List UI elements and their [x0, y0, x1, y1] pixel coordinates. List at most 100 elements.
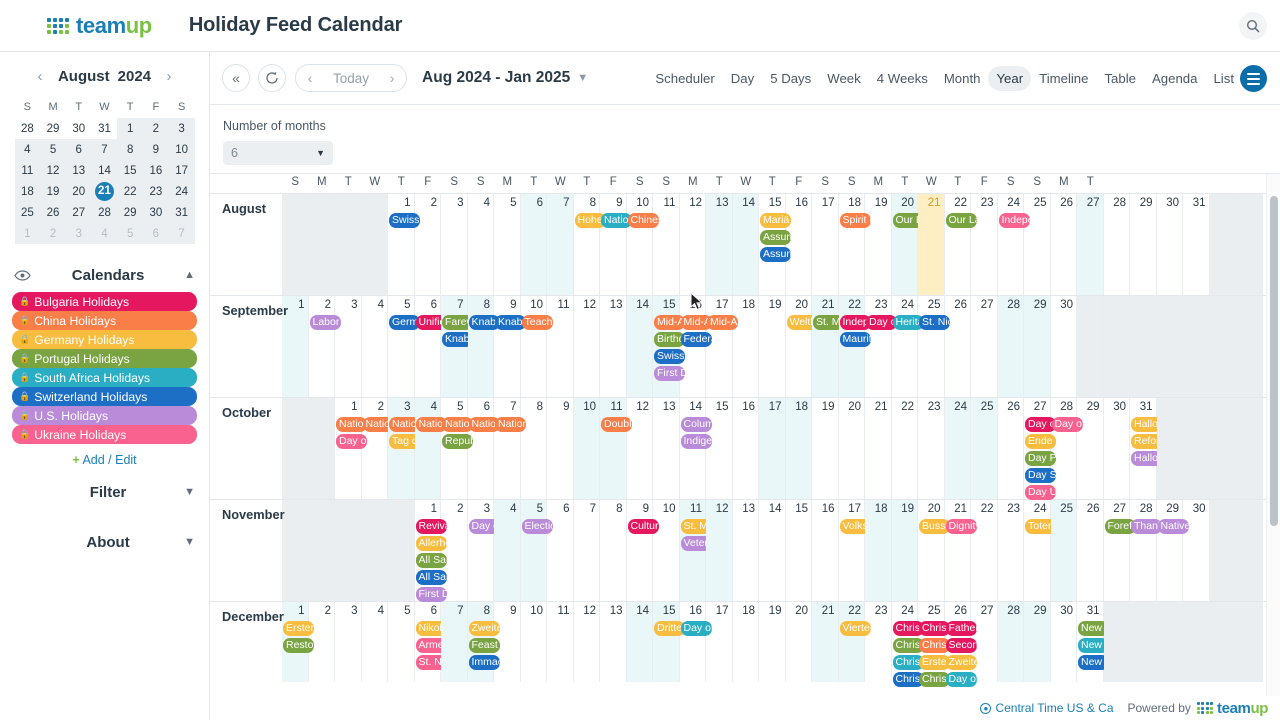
mini-calendar-day[interactable]: 30: [66, 118, 92, 139]
year-grid-day-cell[interactable]: 21: [865, 398, 892, 499]
mini-calendar-day[interactable]: 28: [91, 202, 118, 223]
year-grid-day-cell[interactable]: 17: [706, 602, 733, 682]
tab-year[interactable]: Year: [988, 65, 1032, 91]
year-grid-day-cell[interactable]: 26Father's DaySecond Christmas DayZweite…: [945, 602, 977, 687]
mini-calendar-day[interactable]: 24: [168, 181, 195, 202]
year-grid-day-cell[interactable]: 8Knabenschiessen: [467, 296, 500, 397]
year-grid-day-cell[interactable]: 13: [600, 296, 627, 397]
mini-calendar-day[interactable]: 11: [14, 160, 41, 181]
year-grid-day-cell[interactable]: 24Christmas EveChristmas EveChristmas Ev…: [892, 602, 924, 687]
mini-calendar-day[interactable]: 15: [117, 160, 144, 181]
year-grid-day-cell[interactable]: 14: [732, 194, 759, 295]
year-grid-day-cell[interactable]: 23: [998, 500, 1024, 601]
year-grid-day-cell[interactable]: 26: [1077, 500, 1104, 601]
year-grid-day-cell[interactable]: [1209, 296, 1236, 397]
vertical-scrollbar[interactable]: [1266, 174, 1280, 720]
year-grid-day-cell[interactable]: 13: [653, 398, 680, 499]
chevron-down-icon[interactable]: ▼: [577, 72, 588, 84]
year-grid-day-cell[interactable]: [308, 194, 335, 295]
year-grid-day-cell[interactable]: [1183, 602, 1210, 682]
year-grid-day-cell[interactable]: 10: [653, 500, 680, 601]
year-grid-day-cell[interactable]: 6National Day: [468, 398, 500, 499]
year-grid-day-cell[interactable]: 10: [521, 602, 547, 682]
year-grid-day-cell[interactable]: 12: [680, 194, 706, 295]
year-grid-day-cell[interactable]: 30: [1104, 398, 1130, 499]
mini-calendar-day[interactable]: 31: [92, 118, 118, 139]
year-grid-day-cell[interactable]: [1209, 602, 1236, 682]
year-grid-day-cell[interactable]: 6: [520, 194, 547, 295]
year-grid-day-cell[interactable]: 4: [468, 194, 494, 295]
year-grid-day-cell[interactable]: 29: [1130, 194, 1157, 295]
year-grid-day-cell[interactable]: 1Revival Leaders DayAllerheiligenAll Sai…: [415, 500, 447, 602]
year-grid-day-cell[interactable]: 7: [441, 602, 468, 682]
mini-calendar-day[interactable]: 6: [65, 139, 92, 160]
sidebar-item-filter[interactable]: Filter ▼: [0, 467, 209, 517]
calendar-list-item[interactable]: 🔒 Switzerland Holidays: [12, 387, 197, 406]
tab-list[interactable]: List: [1205, 66, 1242, 91]
footer-teamup-logo[interactable]: teamup: [1196, 700, 1268, 717]
year-grid-day-cell[interactable]: 29: [1024, 602, 1051, 682]
year-grid-day-cell[interactable]: 15Mariä HimmelfahrtAssumption of MaryAss…: [759, 194, 791, 295]
tab-week[interactable]: Week: [819, 66, 868, 91]
year-grid-day-cell[interactable]: [1130, 602, 1157, 682]
year-grid-day-cell[interactable]: 10: [573, 398, 600, 499]
year-grid-day-cell[interactable]: 17Mid-Autumn Festival: [706, 296, 738, 397]
year-grid-day-cell[interactable]: [1236, 296, 1263, 397]
tab-agenda[interactable]: Agenda: [1144, 66, 1205, 91]
year-grid-day-cell[interactable]: 27Day of RemembranceEnde der SommerzeitD…: [1024, 398, 1056, 500]
year-grid-day-cell[interactable]: 12: [574, 602, 600, 682]
year-grid-day-cell[interactable]: 19: [891, 500, 918, 601]
mini-calendar-day[interactable]: 31: [168, 202, 195, 223]
year-grid-day-cell[interactable]: [1236, 602, 1263, 682]
year-grid-day-cell[interactable]: 19: [759, 296, 786, 397]
year-grid-day-cell[interactable]: [282, 194, 309, 295]
year-grid-day-cell[interactable]: 11St. MartinVeterans Day: [679, 500, 712, 601]
year-grid-day-cell[interactable]: 14: [626, 296, 653, 397]
mini-calendar-day[interactable]: 1: [14, 223, 41, 244]
tab-timeline[interactable]: Timeline: [1031, 66, 1096, 91]
mini-calendar-day[interactable]: 17: [168, 160, 195, 181]
number-of-months-select[interactable]: 6 ▼: [223, 141, 333, 165]
mini-calendar-day[interactable]: 2: [143, 118, 169, 139]
year-grid-day-cell[interactable]: [1130, 296, 1157, 397]
timezone-button[interactable]: ● Central Time US & Ca: [980, 701, 1114, 715]
year-grid-day-cell[interactable]: 2: [441, 500, 468, 601]
year-grid-day-cell[interactable]: 31: [1183, 194, 1210, 295]
year-grid-day-cell[interactable]: 5Election Day: [520, 500, 553, 601]
year-grid-day-cell[interactable]: 19: [812, 398, 839, 499]
year-grid-day-cell[interactable]: 7National Day: [494, 398, 526, 499]
year-grid-day-cell[interactable]: 19: [865, 194, 892, 295]
year-grid-day-cell[interactable]: [308, 500, 335, 601]
year-grid-day-cell[interactable]: 4National Day: [414, 398, 447, 499]
year-grid-day-cell[interactable]: [1183, 296, 1210, 397]
year-grid-day-cell[interactable]: 25: [1050, 500, 1077, 601]
year-grid-day-cell[interactable]: 22: [892, 398, 918, 499]
year-grid-day-cell[interactable]: 30: [1157, 194, 1183, 295]
tab-month[interactable]: Month: [936, 66, 989, 91]
mini-calendar-day[interactable]: 23: [143, 181, 169, 202]
year-grid-day-cell[interactable]: 18Spirit Festival: [839, 194, 871, 295]
year-grid-day-cell[interactable]: 8: [600, 500, 627, 601]
year-grid-day-cell[interactable]: 16: [733, 398, 759, 499]
year-grid-day-cell[interactable]: 29: [1077, 398, 1104, 499]
sidebar-item-about[interactable]: About ▼: [0, 517, 209, 567]
chevron-down-icon[interactable]: ▼: [184, 536, 195, 548]
year-grid-day-cell[interactable]: 14: [626, 602, 653, 682]
year-grid-day-cell[interactable]: 1Erster AdventRestoration Day: [282, 602, 314, 682]
year-grid-day-cell[interactable]: 11Double Ninth Festival: [600, 398, 632, 499]
year-grid-day-cell[interactable]: [335, 500, 362, 601]
mini-calendar-day[interactable]: 25: [14, 202, 41, 223]
mini-calendar-day[interactable]: 16: [143, 160, 169, 181]
year-grid-day-cell[interactable]: 2Labor Day: [309, 296, 341, 397]
year-grid-day-cell[interactable]: 7FarewellKnabenschiessen: [441, 296, 473, 397]
mini-calendar-day[interactable]: 12: [40, 160, 66, 181]
mini-calendar-day[interactable]: 2: [40, 223, 66, 244]
year-grid-day-cell[interactable]: 16Mid-Autumn FestivalFederal Fast: [680, 296, 712, 397]
year-grid-day-cell[interactable]: 20Weltkindertag: [786, 296, 818, 397]
year-grid-day-cell[interactable]: 27: [971, 296, 998, 397]
chevron-up-icon[interactable]: ▲: [184, 269, 195, 281]
year-grid-day-cell[interactable]: 10Chinese Valentine's Day: [627, 194, 659, 295]
year-grid-day-cell[interactable]: 21St. Matthew: [812, 296, 844, 397]
calendar-list-item[interactable]: 🔒 Portugal Holidays: [12, 349, 197, 368]
year-grid-day-cell[interactable]: 2National Day: [362, 398, 394, 499]
